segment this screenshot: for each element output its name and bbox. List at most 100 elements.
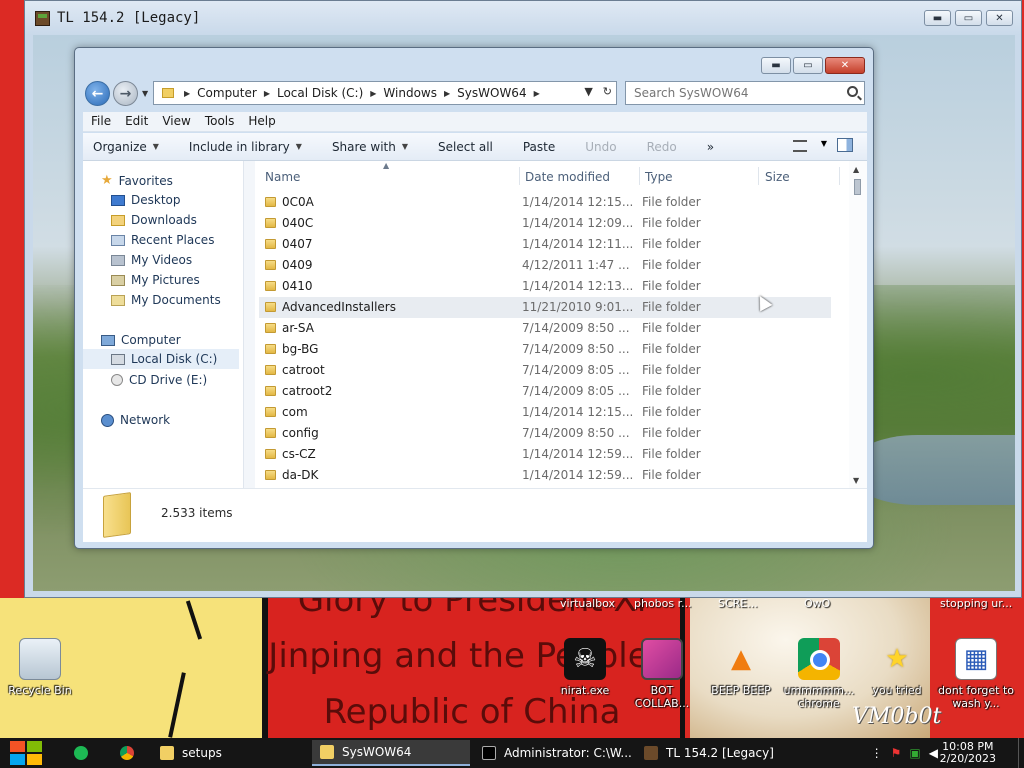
flag-icon[interactable]: ⚑ (891, 746, 902, 760)
address-bar[interactable]: ▶ Computer ▶ Local Disk (C:) ▶ Windows ▶… (153, 81, 617, 105)
desktop-label-stopping[interactable]: stopping ur... (940, 597, 1012, 610)
menu-edit[interactable]: Edit (125, 112, 156, 131)
menu-help[interactable]: Help (248, 112, 283, 131)
taskbar-setups[interactable]: setups (152, 740, 302, 766)
clock[interactable]: 10:08 PM 2/20/2023 (940, 741, 996, 765)
explorer-maximize-button[interactable]: ▭ (793, 57, 823, 74)
menu-view[interactable]: View (162, 112, 198, 131)
table-row[interactable]: 0410 1/14/2014 12:13... File folder (259, 276, 831, 297)
more-commands-button[interactable]: » (707, 140, 714, 154)
breadcrumb-local-disk[interactable]: Local Disk (C:) (277, 86, 363, 100)
column-header-type[interactable]: Type (645, 163, 755, 191)
overflow-icon[interactable]: ⋮ (871, 746, 883, 760)
sidebar-item-recent-places[interactable]: Recent Places (111, 233, 214, 247)
desktop-icon-beep-beep[interactable]: ▲ BEEP BEEP (701, 638, 781, 697)
desktop-icon-bot-collab[interactable]: BOT COLLAB... (622, 638, 702, 710)
table-row[interactable]: ar-SA 7/14/2009 8:50 ... File folder (259, 318, 831, 339)
chevron-down-icon[interactable]: ▼ (821, 139, 827, 148)
breadcrumb-computer[interactable]: Computer (197, 86, 257, 100)
table-row[interactable]: config 7/14/2009 8:50 ... File folder (259, 423, 831, 444)
sidebar-item-local-disk[interactable]: Local Disk (C:) (83, 349, 239, 369)
desktop-label-virtualbox[interactable]: virtualbox (560, 597, 615, 610)
column-divider[interactable] (758, 167, 759, 185)
explorer-close-button[interactable]: ✕ (825, 57, 865, 74)
address-history-dropdown[interactable]: ▼ (584, 85, 592, 98)
table-row[interactable]: 0409 4/12/2011 1:47 ... File folder (259, 255, 831, 276)
taskbar-syswow64[interactable]: SysWOW64 (312, 740, 470, 766)
taskbar-cmd[interactable]: Administrator: C:\W... (474, 740, 632, 766)
minimize-button[interactable]: ▬ (924, 10, 951, 26)
network-icon[interactable]: ▣ (909, 746, 920, 760)
pane-splitter[interactable] (243, 161, 255, 488)
chevron-right-icon[interactable]: ▶ (184, 89, 190, 98)
volume-icon[interactable]: ◀ (929, 746, 938, 760)
close-button[interactable]: ✕ (986, 10, 1013, 26)
sidebar-item-cd-drive[interactable]: CD Drive (E:) (111, 373, 207, 387)
recent-pages-dropdown[interactable]: ▼ (142, 89, 148, 98)
include-in-library-button[interactable]: Include in library ▼ (189, 140, 302, 154)
sidebar-item-desktop[interactable]: Desktop (111, 193, 181, 207)
table-row[interactable]: da-DK 1/14/2014 12:59... File folder (259, 465, 831, 486)
desktop-icon-you-tried[interactable]: ★ you tried (857, 638, 937, 697)
table-row[interactable]: com 1/14/2014 12:15... File folder (259, 402, 831, 423)
sidebar-item-downloads[interactable]: Downloads (111, 213, 197, 227)
desktop-icon-recycle-bin[interactable]: Recycle Bin (0, 638, 80, 697)
forward-button[interactable]: → (113, 81, 138, 106)
paste-button[interactable]: Paste (523, 140, 555, 154)
search-icon[interactable] (847, 86, 858, 97)
breadcrumb-syswow64[interactable]: SysWOW64 (457, 86, 526, 100)
tl-titlebar[interactable]: TL 154.2 [Legacy] ▬ ▭ ✕ (25, 1, 1021, 35)
chevron-right-icon[interactable]: ▶ (370, 89, 376, 98)
breadcrumb-windows[interactable]: Windows (383, 86, 437, 100)
desktop-label-owo[interactable]: OwO (804, 597, 830, 610)
column-header-size[interactable]: Size (765, 163, 835, 191)
chevron-right-icon[interactable]: ▶ (534, 89, 540, 98)
taskbar-chrome[interactable] (112, 740, 142, 766)
sidebar-item-my-pictures[interactable]: My Pictures (111, 273, 200, 287)
select-all-button[interactable]: Select all (438, 140, 493, 154)
desktop-icon-nirat[interactable]: ☠ nirat.exe (545, 638, 625, 697)
column-divider[interactable] (839, 167, 840, 185)
sidebar-computer[interactable]: Computer (101, 333, 181, 347)
search-input[interactable] (626, 82, 836, 104)
desktop-icon-chrome[interactable]: ummmmm... chrome (779, 638, 859, 710)
vertical-scrollbar[interactable]: ▲ ▼ (849, 161, 867, 488)
chevron-right-icon[interactable]: ▶ (444, 89, 450, 98)
column-header-date[interactable]: Date modified (525, 163, 639, 191)
sidebar-favorites[interactable]: ★ Favorites (101, 173, 173, 188)
table-row[interactable]: 0407 1/14/2014 12:11... File folder (259, 234, 831, 255)
table-row[interactable]: catroot2 7/14/2009 8:05 ... File folder (259, 381, 831, 402)
taskbar-spotify[interactable] (66, 740, 96, 766)
table-row[interactable]: AdvancedInstallers 11/21/2010 9:01... File… (259, 297, 831, 318)
table-row[interactable]: 040C 1/14/2014 12:09... File folder (259, 213, 831, 234)
scroll-thumb[interactable] (854, 179, 861, 195)
column-divider[interactable] (639, 167, 640, 185)
desktop-label-phobos[interactable]: phobos r... (634, 597, 692, 610)
column-divider[interactable] (519, 167, 520, 185)
explorer-minimize-button[interactable]: ▬ (761, 57, 791, 74)
sidebar-network[interactable]: Network (101, 413, 170, 427)
search-box[interactable] (625, 81, 865, 105)
undo-button[interactable]: Undo (585, 140, 616, 154)
taskbar-tl[interactable]: TL 154.2 [Legacy] (636, 740, 796, 766)
sidebar-item-my-videos[interactable]: My Videos (111, 253, 192, 267)
maximize-button[interactable]: ▭ (955, 10, 982, 26)
back-button[interactable]: ← (85, 81, 110, 106)
refresh-icon[interactable]: ↻ (603, 85, 612, 98)
desktop-icon-dont-forget[interactable]: ▦ dont forget to wash y... (936, 638, 1016, 710)
desktop-label-scre[interactable]: SCRE... (718, 597, 758, 610)
view-options-icon[interactable] (793, 140, 807, 152)
show-desktop-button[interactable] (1018, 738, 1024, 768)
organize-button[interactable]: Organize ▼ (93, 140, 159, 154)
scroll-up-icon[interactable]: ▲ (853, 165, 859, 174)
menu-tools[interactable]: Tools (205, 112, 243, 131)
share-with-button[interactable]: Share with ▼ (332, 140, 408, 154)
table-row[interactable]: cs-CZ 1/14/2014 12:59... File folder (259, 444, 831, 465)
sidebar-item-my-documents[interactable]: My Documents (111, 293, 221, 307)
chevron-right-icon[interactable]: ▶ (264, 89, 270, 98)
start-button[interactable] (10, 741, 42, 765)
table-row[interactable]: 0C0A 1/14/2014 12:15... File folder (259, 192, 831, 213)
menu-file[interactable]: File (91, 112, 119, 131)
redo-button[interactable]: Redo (647, 140, 677, 154)
table-row[interactable]: bg-BG 7/14/2009 8:50 ... File folder (259, 339, 831, 360)
